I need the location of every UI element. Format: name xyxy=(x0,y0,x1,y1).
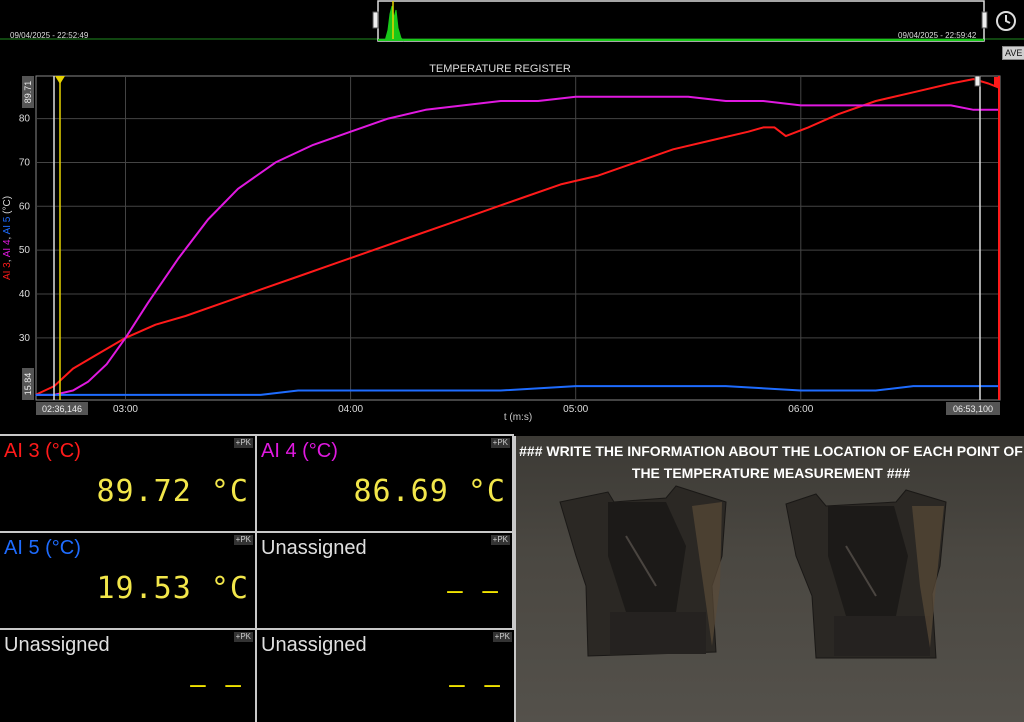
panel-value: 89.72 °C xyxy=(96,474,249,509)
overview-start-time: 09/04/2025 - 22:52:49 xyxy=(10,31,89,40)
sample-piece-left xyxy=(559,485,727,657)
panel-unassigned-1[interactable]: Unassigned +PK – – xyxy=(257,533,514,630)
x-axis-ticks: 03:00 04:00 05:00 06:00 xyxy=(113,404,814,415)
x-tick-label: 06:00 xyxy=(788,404,813,415)
peak-button[interactable]: +PK xyxy=(490,438,510,448)
sample-photo xyxy=(559,485,947,659)
y-tick-label: 80 xyxy=(19,114,31,125)
panel-label: Unassigned xyxy=(261,537,367,559)
overview-end-time: 09/04/2025 - 22:59:42 xyxy=(898,31,977,40)
panel-value: 86.69 °C xyxy=(353,474,506,509)
y-tick-label: 50 xyxy=(19,245,31,256)
peak-button[interactable]: +PK xyxy=(233,438,253,448)
y-top-label: 89.71 xyxy=(23,81,33,104)
y-tick-label: 70 xyxy=(19,157,31,168)
red-edge-handle[interactable] xyxy=(994,77,1000,87)
panel-unassigned-2[interactable]: Unassigned +PK – – xyxy=(0,630,257,722)
panel-ai5[interactable]: AI 5 (°C) +PK 19.53 °C xyxy=(0,533,257,630)
x-axis-label: t (m:s) xyxy=(504,412,532,423)
panel-value: – – xyxy=(190,668,247,699)
y-bottom-label: 15.84 xyxy=(23,373,33,396)
x-tick-label: 05:00 xyxy=(563,404,588,415)
overview-right-handle[interactable] xyxy=(981,11,988,29)
panel-label: Unassigned xyxy=(4,634,110,656)
peak-button[interactable]: +PK xyxy=(233,535,253,545)
chart-title: TEMPERATURE REGISTER xyxy=(429,63,571,75)
panel-label: AI 5 (°C) xyxy=(4,537,81,559)
overview-strip[interactable]: 09/04/2025 - 22:52:49 09/04/2025 - 22:59… xyxy=(0,0,1024,48)
panel-value: 19.53 °C xyxy=(96,571,249,606)
panel-ai4[interactable]: AI 4 (°C) +PK 86.69 °C xyxy=(257,436,514,533)
y-tick-label: 30 xyxy=(19,333,31,344)
right-cursor-handle[interactable] xyxy=(974,75,981,87)
y-axis-label-ai3: AI 3 xyxy=(2,262,13,280)
x-start-label: 02:36,146 xyxy=(42,404,82,414)
overview-window[interactable] xyxy=(377,0,985,42)
peak-button[interactable]: +PK xyxy=(490,535,510,545)
panel-value: – – xyxy=(449,668,506,699)
x-tick-label: 03:00 xyxy=(113,404,138,415)
panel-label: AI 3 (°C) xyxy=(4,440,81,462)
y-axis-label: AI 3, AI 4, AI 5 (°C) xyxy=(2,196,13,280)
temperature-chart[interactable]: TEMPERATURE REGISTER 304050607080 03:00 0… xyxy=(0,56,1024,428)
x-tick-label: 04:00 xyxy=(338,404,363,415)
y-tick-label: 60 xyxy=(19,201,31,212)
panel-label: AI 4 (°C) xyxy=(261,440,338,462)
y-tick-label: 40 xyxy=(19,289,31,300)
panel-label: Unassigned xyxy=(261,634,367,656)
y-axis-ticks: 30 40 50 60 70 80 xyxy=(19,114,31,344)
y-axis-label-unit: (°C) xyxy=(2,196,13,217)
panel-ai3[interactable]: AI 3 (°C) +PK 89.72 °C xyxy=(0,436,257,533)
sample-piece-right xyxy=(785,489,947,659)
panel-value: – – xyxy=(447,574,504,605)
overview-left-handle[interactable] xyxy=(372,11,379,29)
sample-photo-panel: ### WRITE THE INFORMATION ABOUT THE LOCA… xyxy=(514,436,1024,722)
peak-button[interactable]: +PK xyxy=(233,632,253,642)
panel-grid-top-border xyxy=(0,434,514,436)
clock-icon[interactable] xyxy=(994,9,1018,33)
y-axis-label-ai4: AI 4 xyxy=(2,239,13,257)
panel-unassigned-3[interactable]: Unassigned +PK – – xyxy=(257,630,514,722)
x-end-label: 06:53,100 xyxy=(953,404,993,414)
y-axis-label-ai5: AI 5 xyxy=(2,216,13,234)
peak-button[interactable]: +PK xyxy=(492,632,512,642)
plot-area xyxy=(35,75,1001,401)
